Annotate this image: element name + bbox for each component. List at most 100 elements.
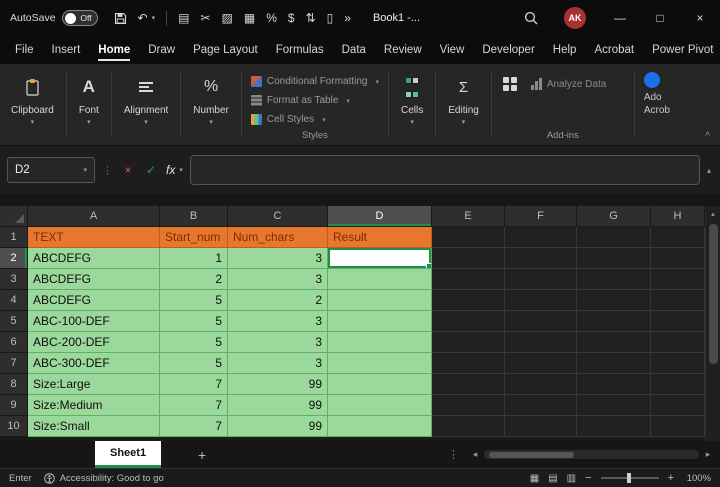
- percent-style-icon[interactable]: %: [266, 11, 277, 25]
- cell-B1[interactable]: Start_num: [160, 227, 228, 248]
- picture-icon[interactable]: ▨: [222, 11, 233, 25]
- tab-help[interactable]: Help: [544, 36, 586, 64]
- cell-B10[interactable]: 7: [160, 416, 228, 437]
- cell-E1[interactable]: [432, 227, 505, 248]
- cell-A7[interactable]: ABC-300-DEF: [28, 353, 160, 374]
- cells-group-button[interactable]: Cells ▾: [390, 64, 434, 145]
- cell-B6[interactable]: 5: [160, 332, 228, 353]
- cell-E6[interactable]: [432, 332, 505, 353]
- cell-A2[interactable]: ABCDEFG: [28, 248, 160, 269]
- cell-A9[interactable]: Size:Medium: [28, 395, 160, 416]
- row-header-2[interactable]: 2: [0, 248, 28, 269]
- horizontal-scrollbar[interactable]: [484, 450, 699, 459]
- horizontal-scrollbar-thumb[interactable]: [489, 451, 574, 458]
- adobe-acrobat-button[interactable]: Ado Acrob: [636, 64, 670, 145]
- new-document-icon[interactable]: ▯: [327, 11, 334, 25]
- col-header-E[interactable]: E: [432, 206, 505, 227]
- more-commands-icon[interactable]: »: [344, 11, 351, 25]
- col-header-G[interactable]: G: [577, 206, 651, 227]
- close-button[interactable]: ×: [680, 0, 720, 36]
- zoom-slider[interactable]: [600, 473, 659, 483]
- cell-D7[interactable]: [328, 353, 432, 374]
- currency-style-icon[interactable]: $: [288, 11, 295, 25]
- font-group-button[interactable]: A Font ▾: [68, 64, 110, 145]
- cell-E9[interactable]: [432, 395, 505, 416]
- cell-H4[interactable]: [651, 290, 705, 311]
- cell-C6[interactable]: 3: [228, 332, 328, 353]
- cell-B5[interactable]: 5: [160, 311, 228, 332]
- cut-icon[interactable]: ✂: [200, 11, 210, 25]
- clipboard-group-button[interactable]: Clipboard ▾: [0, 64, 65, 145]
- cell-H2[interactable]: [651, 248, 705, 269]
- zoom-out-button[interactable]: −: [585, 472, 591, 484]
- tab-review[interactable]: Review: [375, 36, 431, 64]
- save-icon[interactable]: [114, 12, 127, 25]
- cell-D8[interactable]: [328, 374, 432, 395]
- minimize-button[interactable]: —: [600, 0, 640, 36]
- cell-F1[interactable]: [505, 227, 577, 248]
- cell-F2[interactable]: [505, 248, 577, 269]
- cell-G3[interactable]: [577, 269, 651, 290]
- cell-E10[interactable]: [432, 416, 505, 437]
- cell-C8[interactable]: 99: [228, 374, 328, 395]
- format-as-table-button[interactable]: Format as Table ▾: [250, 91, 379, 110]
- cell-G4[interactable]: [577, 290, 651, 311]
- cell-D2[interactable]: [328, 248, 432, 269]
- maximize-button[interactable]: □: [640, 0, 680, 36]
- collapse-ribbon-button[interactable]: ^: [705, 131, 710, 142]
- col-header-B[interactable]: B: [160, 206, 228, 227]
- cell-G1[interactable]: [577, 227, 651, 248]
- number-group-button[interactable]: % Number ▾: [182, 64, 240, 145]
- fill-handle[interactable]: [426, 263, 431, 268]
- cancel-button[interactable]: ×: [120, 163, 136, 177]
- tab-data[interactable]: Data: [333, 36, 375, 64]
- tab-acrobat[interactable]: Acrobat: [585, 36, 643, 64]
- cell-H9[interactable]: [651, 395, 705, 416]
- cell-H6[interactable]: [651, 332, 705, 353]
- cell-E5[interactable]: [432, 311, 505, 332]
- cell-D10[interactable]: [328, 416, 432, 437]
- cell-C1[interactable]: Num_chars: [228, 227, 328, 248]
- scroll-left-icon[interactable]: ◂: [469, 449, 481, 460]
- cell-C10[interactable]: 99: [228, 416, 328, 437]
- insert-function-button[interactable]: fx: [166, 163, 175, 177]
- zoom-level[interactable]: 100%: [683, 473, 711, 484]
- cell-G9[interactable]: [577, 395, 651, 416]
- cell-H7[interactable]: [651, 353, 705, 374]
- cell-G8[interactable]: [577, 374, 651, 395]
- cell-A3[interactable]: ABCDEFG: [28, 269, 160, 290]
- cell-styles-button[interactable]: Cell Styles ▾: [250, 110, 379, 129]
- expand-formula-bar-icon[interactable]: ▴: [707, 166, 713, 175]
- scroll-up-icon[interactable]: ▴: [706, 206, 720, 222]
- cell-B7[interactable]: 5: [160, 353, 228, 374]
- formula-bar-handle[interactable]: ⋮: [102, 164, 113, 177]
- formula-input[interactable]: [189, 155, 700, 185]
- tab-insert[interactable]: Insert: [43, 36, 90, 64]
- conditional-formatting-button[interactable]: Conditional Formatting ▾: [250, 72, 379, 91]
- cell-A10[interactable]: Size:Small: [28, 416, 160, 437]
- tab-home[interactable]: Home: [89, 36, 139, 64]
- tab-formulas[interactable]: Formulas: [267, 36, 333, 64]
- cell-H10[interactable]: [651, 416, 705, 437]
- cell-H1[interactable]: [651, 227, 705, 248]
- cell-B9[interactable]: 7: [160, 395, 228, 416]
- sort-icon[interactable]: ⇅: [306, 11, 316, 25]
- cell-C2[interactable]: 3: [228, 248, 328, 269]
- cell-H8[interactable]: [651, 374, 705, 395]
- cell-A1[interactable]: TEXT: [28, 227, 160, 248]
- enter-button[interactable]: ✓: [143, 163, 159, 177]
- cell-F4[interactable]: [505, 290, 577, 311]
- cell-F9[interactable]: [505, 395, 577, 416]
- cell-G2[interactable]: [577, 248, 651, 269]
- cell-C9[interactable]: 99: [228, 395, 328, 416]
- cell-D4[interactable]: [328, 290, 432, 311]
- cell-F8[interactable]: [505, 374, 577, 395]
- cell-B2[interactable]: 1: [160, 248, 228, 269]
- col-header-H[interactable]: H: [651, 206, 705, 227]
- cell-C4[interactable]: 2: [228, 290, 328, 311]
- tab-page-layout[interactable]: Page Layout: [184, 36, 267, 64]
- cell-B4[interactable]: 5: [160, 290, 228, 311]
- zoom-slider-knob[interactable]: [626, 473, 631, 483]
- cell-E4[interactable]: [432, 290, 505, 311]
- cell-D9[interactable]: [328, 395, 432, 416]
